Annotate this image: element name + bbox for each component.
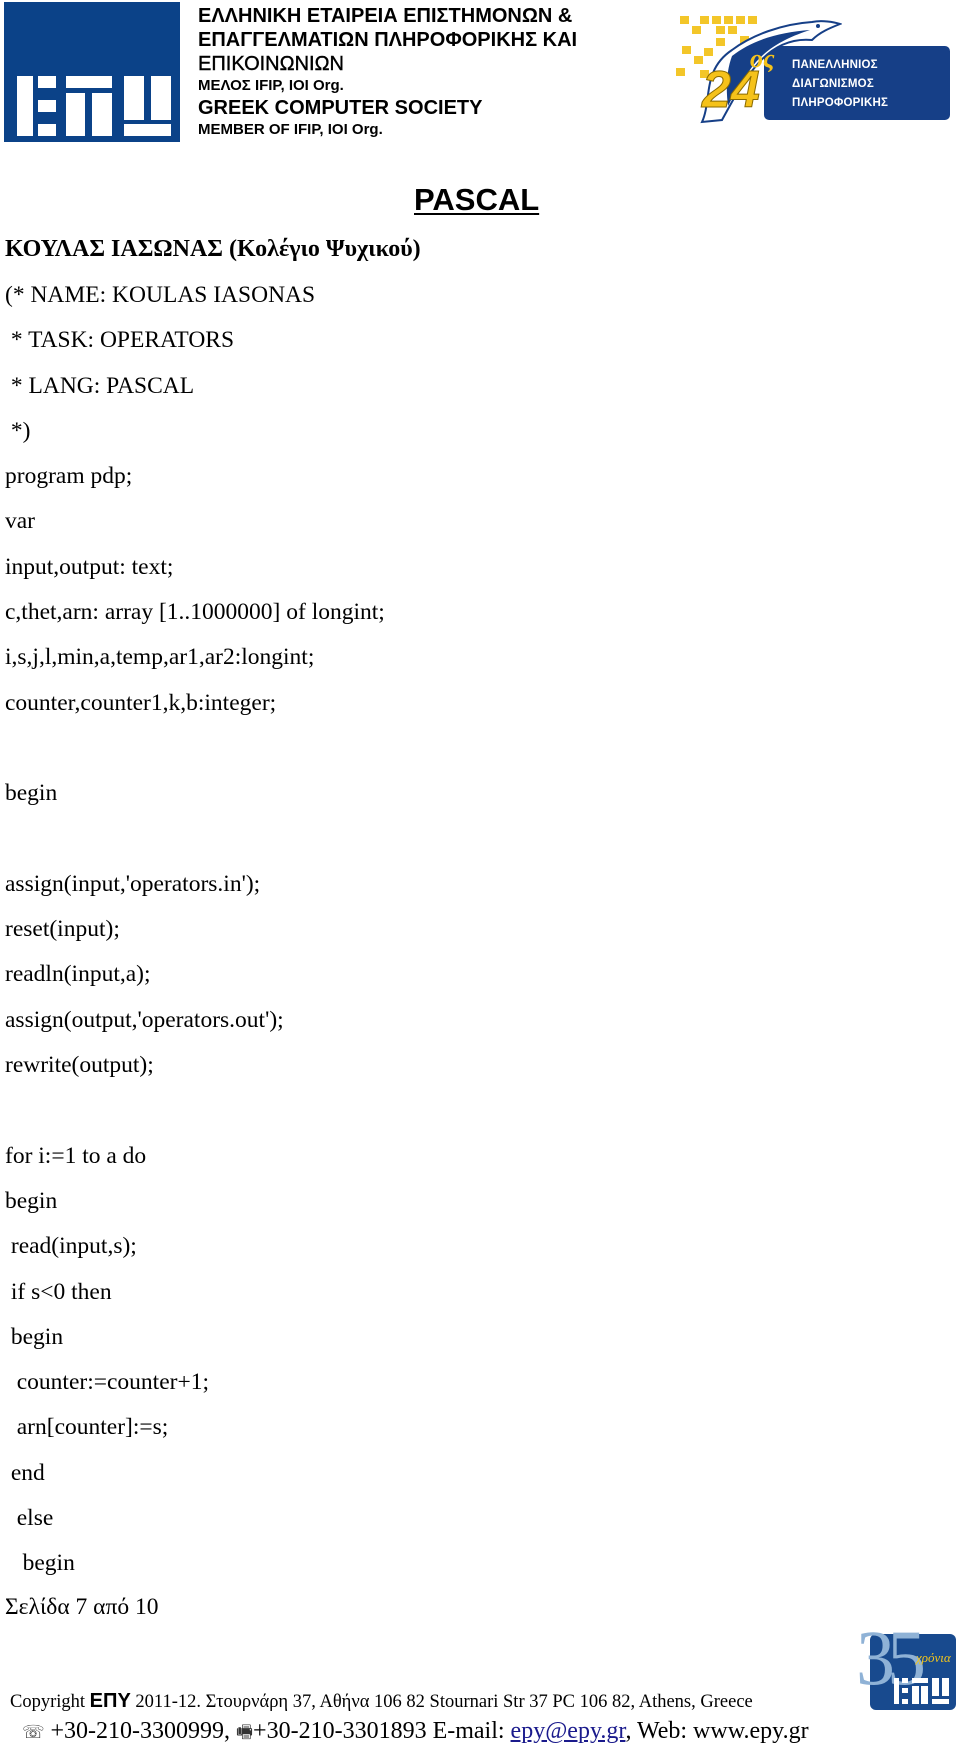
author-line: ΚΟΥΛΑΣ ΙΑΣΩΝΑΣ (Κολέγιο Ψυχικού): [5, 236, 421, 262]
code-line: input,output: text;: [5, 553, 174, 580]
code-line: else: [5, 1505, 54, 1532]
code-line: begin: [5, 1550, 75, 1577]
footer-copyright: Copyright ΕΠΥ 2011-12. Στουρνάρη 37, Αθή…: [10, 1690, 753, 1713]
footer-contact: ☏ +30-210-3300999, 🖷+30-210-3301893 E-ma…: [22, 1716, 809, 1748]
logo-bar: [912, 1686, 919, 1704]
code-line: begin: [5, 1187, 58, 1214]
code-line: * TASK: OPERATORS: [5, 327, 235, 354]
web-address: , Web: www.epy.gr: [625, 1718, 809, 1744]
logo-bar: [902, 1678, 908, 1683]
logo-bar: [124, 124, 171, 136]
logo-bar: [902, 1688, 908, 1693]
logo-bar: [17, 76, 33, 136]
contest-title-line2: ΔΙΑΓΩΝΙΣΜΟΣ: [792, 78, 874, 90]
code-line: counter,counter1,k,b:integer;: [5, 689, 277, 716]
code-line: read(input,s);: [5, 1233, 137, 1260]
code-listing: (* NAME: KOULAS IASONAS * TASK: OPERATOR…: [5, 280, 385, 1594]
pixel-decoration: [676, 68, 685, 76]
logo-bar: [912, 1678, 928, 1683]
page-indicator: Σελίδα 7 από 10: [5, 1594, 159, 1620]
logo-bar: [932, 1699, 949, 1704]
org-greek-line3: ΕΠΙΚΟΙΝΩΝΙΩΝ: [198, 53, 344, 75]
contest-title: ΠΑΝΕΛΛΗΝΙΟΣ ΔΙΑΓΩΝΙΣΜΟΣ ΠΛΗΡΟΦΟΡΙΚΗΣ: [792, 56, 888, 113]
code-line: assign(input,'operators.in');: [5, 870, 261, 897]
fax-number: +30-210-3301893 E-mail:: [253, 1718, 511, 1744]
code-line: end: [5, 1459, 45, 1486]
pixel-decoration: [682, 46, 691, 54]
contest-ordinal: ος: [750, 44, 775, 73]
logo-bar: [66, 93, 85, 136]
code-line: for i:=1 to a do: [5, 1142, 147, 1169]
code-line: arn[counter]:=s;: [5, 1414, 169, 1441]
copyright-prefix: Copyright: [10, 1692, 90, 1712]
code-line: *): [5, 417, 31, 444]
code-line: rewrite(output);: [5, 1052, 154, 1079]
fax-icon: 🖷: [236, 1722, 254, 1743]
logo-bar: [151, 76, 171, 120]
logo-bar: [894, 1678, 899, 1704]
contest-title-line3: ΠΛΗΡΟΦΟΡΙΚΗΣ: [792, 97, 889, 109]
logo-bar: [921, 1686, 928, 1704]
code-line: readln(input,a);: [5, 961, 151, 988]
anniversary-logo: 35 χρόνια: [856, 1618, 956, 1710]
organization-header: ΕΛΛΗΝΙΚΗ ΕΤΑΙΡΕΙΑ ΕΠΙΣΤΗΜΟΝΩΝ & ΕΠΑΓΓΕΛΜ…: [198, 4, 577, 140]
code-line: begin: [5, 780, 58, 807]
code-line: reset(input);: [5, 916, 120, 943]
logo-bar: [38, 76, 56, 88]
code-line: * LANG: PASCAL: [5, 372, 195, 399]
logo-bar: [38, 124, 56, 136]
code-line: if s<0 then: [5, 1278, 112, 1305]
member-english: MEMBER OF IFIP, IOI Org.: [198, 121, 383, 138]
copyright-address: 2011-12. Στουρνάρη 37, Αθήνα 106 82 Stou…: [130, 1692, 753, 1712]
epy-logo: [4, 2, 180, 142]
org-greek-line2: ΕΠΑΓΓΕΛΜΑΤΙΩΝ ΠΛΗΡΟΦΟΡΙΚΗΣ ΚΑΙ: [198, 29, 578, 51]
logo-bar: [92, 93, 112, 136]
code-line: var: [5, 508, 36, 535]
org-english: GREEK COMPUTER SOCIETY: [198, 97, 483, 119]
code-line: assign(output,'operators.out');: [5, 1006, 284, 1033]
logo-bar: [902, 1699, 908, 1704]
code-line: program pdp;: [5, 463, 133, 490]
contest-title-line1: ΠΑΝΕΛΛΗΝΙΟΣ: [792, 59, 878, 71]
code-line: c,thet,arn: array [1..1000000] of longin…: [5, 599, 385, 626]
pixel-decoration: [680, 16, 689, 24]
phone-number: +30-210-3300999,: [44, 1718, 237, 1744]
brand-name: ΕΠΥ: [89, 1690, 131, 1712]
email-link[interactable]: epy@epy.gr: [511, 1718, 626, 1744]
code-line: begin: [5, 1323, 64, 1350]
contest-logo: 24 ος ΠΑΝΕΛΛΗΝΙΟΣ ΔΙΑΓΩΝΙΣΜΟΣ ΠΛΗΡΟΦΟΡΙΚ…: [672, 8, 952, 128]
logo-bar: [38, 100, 56, 112]
code-line: (* NAME: KOULAS IASONAS: [5, 282, 316, 308]
anniversary-epy-mark: [894, 1678, 952, 1706]
telephone-icon: ☏: [22, 1722, 45, 1743]
code-line: i,s,j,l,min,a,temp,ar1,ar2:longint;: [5, 644, 315, 671]
logo-bar: [932, 1678, 939, 1696]
logo-bar: [66, 76, 112, 88]
logo-bar: [942, 1678, 949, 1696]
member-greek: ΜΕΛΟΣ IFIP, IOI Org.: [198, 77, 344, 94]
anniversary-caption: χρόνια: [916, 1650, 951, 1665]
logo-bar: [124, 76, 144, 120]
org-greek-line1: ΕΛΛΗΝΙΚΗ ΕΤΑΙΡΕΙΑ ΕΠΙΣΤΗΜΟΝΩΝ &: [198, 5, 573, 27]
language-title: PASCAL: [414, 182, 540, 217]
code-line: counter:=counter+1;: [5, 1369, 209, 1396]
